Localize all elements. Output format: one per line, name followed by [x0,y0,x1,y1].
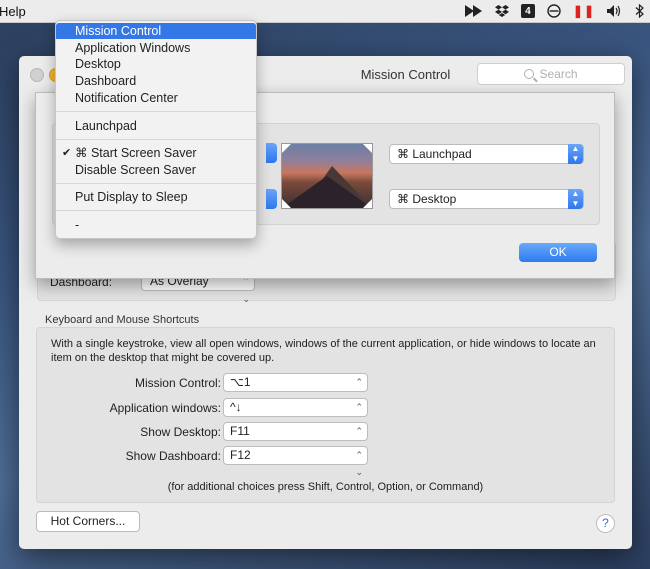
shortcut-select-mission-control[interactable]: ⌥1 ⌃⌄ [223,373,368,404]
menu-item-disable-screen-saver[interactable]: Disable Screen Saver [56,162,256,178]
menu-separator [56,111,256,112]
shortcut-value: ⌥1 [230,375,251,389]
corner-marker-icon [282,144,291,153]
corner-marker-icon [363,199,372,208]
menu-item-launchpad[interactable]: Launchpad [56,118,256,134]
top-right-corner-select[interactable]: ⌘ Launchpad ▲ ▼ [389,144,584,164]
chevron-updown-icon: ▲ ▼ [568,144,583,164]
search-icon [524,69,535,79]
top-right-corner-value: ⌘ Launchpad [397,147,472,161]
bluetooth-icon[interactable] [635,4,644,18]
badge-4-icon[interactable]: 4 [520,4,535,18]
pause-icon[interactable]: ❚❚ [573,4,595,18]
shortcut-value: ^↓ [230,400,242,414]
menu-item-no-action[interactable]: - [56,217,256,233]
help-button[interactable]: ? [596,514,615,533]
bottom-right-corner-select[interactable]: ⌘ Desktop ▲ ▼ [389,189,584,209]
menu-separator [56,210,256,211]
updown-icon: ⌃⌄ [355,450,363,477]
menu-item-application-windows[interactable]: Application Windows [56,40,256,56]
volume-icon[interactable] [607,5,623,17]
menu-item-start-screen-saver[interactable]: ✔ ⌘ Start Screen Saver [56,145,256,161]
status-tray: 4 ❚❚ [464,0,644,22]
shortcut-label: Show Desktop: [140,425,221,439]
dropbox-icon[interactable] [494,4,509,18]
shortcut-select-show-dashboard[interactable]: F12 ⌃ ⌄ [223,446,368,477]
forward-icon[interactable] [464,5,483,17]
cancel-circle-icon[interactable] [547,4,561,18]
modifier-footnote: (for additional choices press Shift, Con… [167,481,484,493]
chevron-updown-icon: ▲ ▼ [568,189,583,209]
menu-item-mission-control[interactable]: Mission Control [56,23,256,39]
menu-separator [56,139,256,140]
shortcut-row-show-desktop: Show Desktop: F11 ⌃⌄ [37,422,614,453]
menu-item-desktop[interactable]: Desktop [56,56,256,72]
search-placeholder: Search [539,67,578,81]
shortcut-value: F12 [230,448,251,462]
menu-help[interactable]: Help [0,4,26,19]
keyboard-section-title: Keyboard and Mouse Shortcuts [45,314,200,326]
menu-item-put-display-to-sleep[interactable]: Put Display to Sleep [56,189,256,205]
shortcut-value: F11 [230,424,250,438]
corner-action-menu: Mission Control Application Windows Desk… [55,20,257,239]
bottom-left-corner-select-arrow[interactable] [266,189,277,209]
menu-item-notification-center[interactable]: Notification Center [56,90,256,106]
menu-item-dashboard[interactable]: Dashboard [56,73,256,89]
shortcut-select-application-windows[interactable]: ^↓ ⌃⌄ [223,398,368,429]
hot-corners-button[interactable]: Hot Corners... [36,511,140,532]
shortcut-label: Show Dashboard: [125,449,221,463]
menu-separator [56,183,256,184]
ok-button[interactable]: OK [519,243,597,262]
corner-marker-icon [282,199,291,208]
checkmark-icon: ✔ [62,147,72,159]
top-left-corner-select-arrow[interactable] [266,143,277,163]
keyboard-shortcuts-group: With a single keystroke, view all open w… [36,327,615,503]
desktop-preview-image [281,143,373,209]
shortcut-row-mission-control: Mission Control: ⌥1 ⌃⌄ [37,373,614,404]
search-field[interactable]: Search [477,63,625,85]
bottom-right-corner-value: ⌘ Desktop [397,192,457,206]
shortcut-label: Mission Control: [134,376,221,390]
shortcut-select-show-desktop[interactable]: F11 ⌃⌄ [223,422,368,453]
shortcut-row-application-windows: Application windows: ^↓ ⌃⌄ [37,398,614,429]
shortcut-row-show-dashboard: Show Dashboard: F12 ⌃ ⌄ [37,446,614,477]
shortcut-label: Application windows: [109,401,221,415]
corner-marker-icon [363,144,372,153]
keyboard-description: With a single keystroke, view all open w… [51,338,596,364]
